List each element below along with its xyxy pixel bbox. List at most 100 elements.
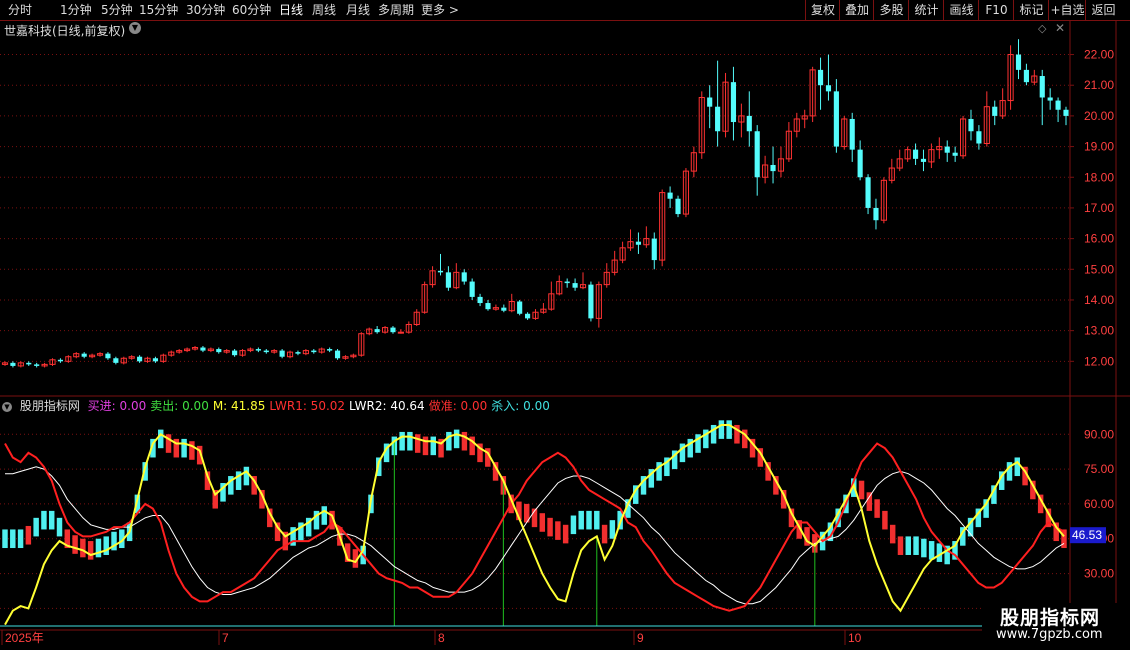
indicator-name[interactable]: 股朋指标网 (20, 399, 80, 413)
osc-bar-down (562, 524, 569, 544)
candle-body-down (857, 149, 863, 178)
candle-body-down (263, 350, 269, 353)
osc-bar-down (547, 517, 553, 537)
candle-body-down (865, 177, 871, 208)
candle-body-down (485, 303, 491, 310)
osc-bar-up (2, 529, 8, 549)
osc-bar-up (41, 510, 47, 530)
candle-body-down (26, 362, 32, 365)
watermark: 股朋指标网 www.7gpzb.com (982, 603, 1130, 650)
kline-chart: 22.00 21.00 20.00 19.00 18.00 17.00 16.00 15.00… (0, 20, 1130, 645)
candle-body-down (390, 327, 396, 333)
watermark-url: www.7gpzb.com (996, 627, 1103, 642)
candle-body-down (912, 149, 919, 159)
osc-bar-up (453, 429, 460, 449)
candle-body-down (501, 307, 507, 311)
date-axis-label: 2025年 (5, 631, 44, 645)
osc-bar-up (56, 517, 63, 537)
candle-body-down (311, 350, 317, 353)
candle-body-down (920, 158, 927, 162)
candle-body-down (113, 358, 119, 363)
osc-bar-up (726, 420, 732, 439)
candle-body-down (635, 241, 642, 245)
date-axis-label: 8 (438, 631, 445, 645)
osc-bar-up (10, 529, 16, 549)
indicator-title-bar: ▼ 股朋指标网 买进: 0.00 卖出: 0.00 M: 41.85 LWR1: 50… (2, 398, 558, 414)
indicator-value-2: M: 41.85 (212, 399, 266, 413)
candle-body-down (477, 296, 483, 304)
price-axis-label: 18.00 (1084, 170, 1114, 184)
candle-body-down (825, 85, 832, 92)
osc-bar-down (882, 510, 888, 530)
osc-bar-down (889, 524, 896, 544)
osc-bar-down (189, 441, 195, 460)
osc-bar-down (422, 436, 429, 456)
price-axis-label: 20.00 (1084, 109, 1114, 123)
price-axis-label: 22.00 (1084, 48, 1114, 62)
candle-body-down (137, 356, 143, 362)
date-axis-label: 9 (637, 631, 644, 645)
candle-body-down (944, 146, 950, 153)
candle-body-down (651, 238, 657, 261)
osc-bar-up (158, 429, 164, 449)
price-axis-label: 17.00 (1084, 201, 1114, 215)
indicator-menu-icon[interactable]: ▼ (2, 401, 12, 412)
candle-body-down (1047, 97, 1053, 101)
osc-bar-down (80, 538, 86, 558)
candle-body-down (746, 115, 752, 132)
osc-bar-up (430, 436, 436, 456)
osc-bar-up (578, 510, 584, 530)
candle-body-down (667, 192, 673, 199)
osc-bar-down (601, 524, 608, 544)
candle-body-down (770, 164, 776, 172)
candle-body-down (200, 347, 206, 351)
candle-body-down (469, 281, 475, 297)
osc-axis-label: 75.00 (1084, 462, 1114, 476)
candle-body-down (152, 358, 159, 362)
osc-bar-up (321, 506, 327, 525)
osc-bar-up (1014, 457, 1021, 477)
candle-body-down (730, 82, 737, 123)
current-value-label: 46.53 (1072, 528, 1102, 542)
candle-body-down (437, 270, 444, 273)
candle-body-down (10, 362, 16, 366)
candle-body-down (57, 359, 63, 362)
osc-bar-up (718, 420, 725, 439)
osc-axis-label: 30.00 (1084, 567, 1114, 581)
price-axis-label: 13.00 (1084, 324, 1114, 338)
price-axis-label: 14.00 (1084, 293, 1114, 307)
candle-body-down (216, 349, 222, 353)
osc-bar-up (33, 517, 39, 537)
candle-body-down (1023, 69, 1029, 83)
osc-bar-up (594, 510, 600, 530)
watermark-title: 股朋指标网 (1000, 607, 1101, 629)
indicator-value-1: 卖出: 0.00 (150, 399, 209, 413)
chevron-down-icon[interactable]: ▼ (129, 22, 141, 34)
osc-bar-up (407, 431, 413, 451)
indicator-value-5: 做准: 0.00 (428, 399, 488, 413)
close-icon[interactable]: ✕ (1055, 21, 1065, 35)
osc-bar-down (555, 521, 561, 540)
price-axis-label: 16.00 (1084, 232, 1114, 246)
candle-body-down (1063, 109, 1069, 116)
osc-bar-up (103, 536, 109, 555)
osc-bar-down (858, 480, 865, 500)
price-axis-label: 19.00 (1084, 140, 1114, 154)
osc-bar-up (609, 520, 616, 539)
candle-body-down (572, 283, 578, 288)
candle-body-down (833, 91, 839, 147)
price-axis-label: 15.00 (1084, 262, 1114, 276)
stock-title: 世嘉科技(日线,前复权) (4, 24, 126, 38)
osc-bar-up (913, 536, 919, 555)
diamond-icon[interactable]: ◇ (1038, 22, 1046, 35)
osc-bar-up (399, 431, 405, 451)
osc-bar-down (866, 492, 873, 511)
osc-bar-down (461, 431, 468, 451)
candle-body-down (334, 350, 341, 359)
osc-axis-label: 90.00 (1084, 427, 1114, 441)
osc-bar-down (87, 541, 94, 560)
indicator-value-0: 买进: 0.00 (87, 399, 147, 413)
osc-bar-up (48, 510, 55, 530)
osc-bar-down (1061, 529, 1067, 549)
candle-body-down (374, 329, 380, 333)
